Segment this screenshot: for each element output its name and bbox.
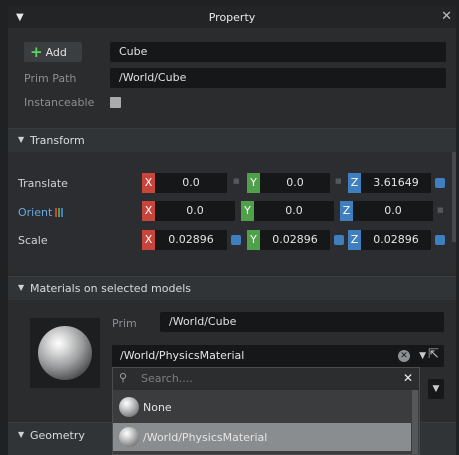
panel-title-bar: ▼ Property ✕ [8, 6, 456, 29]
scale-x-field[interactable]: 0.02896 [155, 230, 227, 250]
orient-y-axis: Y [241, 201, 254, 221]
prim-path-label: Prim Path [24, 72, 77, 85]
material-preview [30, 318, 100, 388]
drag-handle[interactable]: ■ [335, 177, 342, 185]
orient-x-axis: X [142, 201, 155, 221]
dropdown-option-none[interactable]: None [113, 393, 411, 421]
panel-title: Property [208, 11, 256, 24]
translate-y-axis: Y [247, 173, 260, 193]
add-button[interactable]: + Add [24, 42, 82, 62]
goto-material-icon[interactable]: ⇱ [428, 347, 439, 362]
orient-label[interactable]: Orient [18, 206, 64, 219]
search-input[interactable]: Search.... [141, 372, 193, 385]
scale-label: Scale [18, 234, 48, 247]
translate-x-axis: X [142, 173, 155, 193]
scale-x-axis: X [142, 230, 155, 250]
translate-z-axis: Z [348, 173, 361, 193]
translate-y-field[interactable]: 0.0 [260, 173, 330, 193]
scale-z-axis: Z [348, 230, 361, 250]
translate-x-field[interactable]: 0.0 [155, 173, 227, 193]
material-search-row: ⚲ Search.... ✕ [113, 368, 419, 390]
geometry-section-title: Geometry [30, 429, 85, 442]
translate-z-field[interactable]: 3.61649 [361, 173, 431, 193]
search-icon: ⚲ [119, 371, 128, 384]
material-combo[interactable]: /World/PhysicsMaterial ✕ ▼ [112, 345, 444, 367]
scale-y-axis: Y [247, 230, 260, 250]
close-icon[interactable]: ✕ [441, 9, 452, 24]
materials-section-header[interactable]: ▼ Materials on selected models [8, 276, 456, 300]
chevron-down-icon[interactable]: ▼ [428, 379, 444, 399]
orient-x-field[interactable]: 0.0 [155, 201, 235, 221]
material-combo-value: /World/PhysicsMaterial [120, 349, 245, 362]
dropdown-scrollbar[interactable] [412, 390, 418, 454]
collapse-triangle-icon: ▼ [18, 430, 25, 439]
prim-label: Prim [112, 317, 137, 330]
material-sphere-icon [119, 397, 139, 417]
scale-z-field[interactable]: 0.02896 [361, 230, 431, 250]
scale-y-field[interactable]: 0.02896 [260, 230, 330, 250]
orient-z-axis: Z [340, 201, 353, 221]
prim-name-field[interactable]: Cube [110, 42, 446, 62]
drag-handle[interactable]: ■ [233, 177, 240, 185]
plus-icon: + [30, 43, 43, 61]
instanceable-label: Instanceable [24, 96, 95, 109]
scale-link-icon[interactable] [334, 235, 344, 245]
translate-label: Translate [18, 177, 68, 190]
dropdown-option-label: /World/PhysicsMaterial [143, 431, 268, 444]
scale-link-icon[interactable] [231, 235, 241, 245]
materials-section-title: Materials on selected models [30, 282, 192, 295]
collapse-triangle-icon: ▼ [18, 135, 25, 144]
orient-z-field[interactable]: 0.0 [353, 201, 433, 221]
dropdown-option-physics-material[interactable]: /World/PhysicsMaterial [113, 423, 411, 451]
transform-section-header[interactable]: ▼ Transform [8, 128, 456, 152]
scale-keyframe-icon[interactable] [435, 235, 445, 245]
chevron-down-icon[interactable]: ▼ [419, 345, 426, 367]
transform-section-title: Transform [30, 134, 85, 147]
drag-handle[interactable]: ■ [437, 206, 444, 214]
instanceable-checkbox[interactable] [110, 97, 121, 108]
prim-path-field[interactable]: /World/Cube [110, 68, 446, 88]
material-sphere-icon [38, 326, 92, 380]
collapse-triangle-icon: ▼ [18, 283, 25, 292]
translate-keyframe-icon[interactable] [435, 178, 445, 188]
material-prim-field: /World/Cube [160, 312, 444, 332]
clear-icon[interactable]: ✕ [398, 350, 410, 362]
dropdown-option-label: None [143, 401, 172, 414]
panel-scrollbar[interactable] [452, 152, 456, 242]
orient-y-field[interactable]: 0.0 [254, 201, 334, 221]
material-sphere-icon [119, 427, 139, 447]
add-button-label: Add [45, 46, 67, 59]
close-icon[interactable]: ✕ [403, 371, 413, 385]
material-dropdown: ⚲ Search.... ✕ None /World/PhysicsMateri… [112, 367, 420, 455]
orient-label-text: Orient [18, 206, 53, 219]
rotation-order-icon [55, 206, 64, 219]
